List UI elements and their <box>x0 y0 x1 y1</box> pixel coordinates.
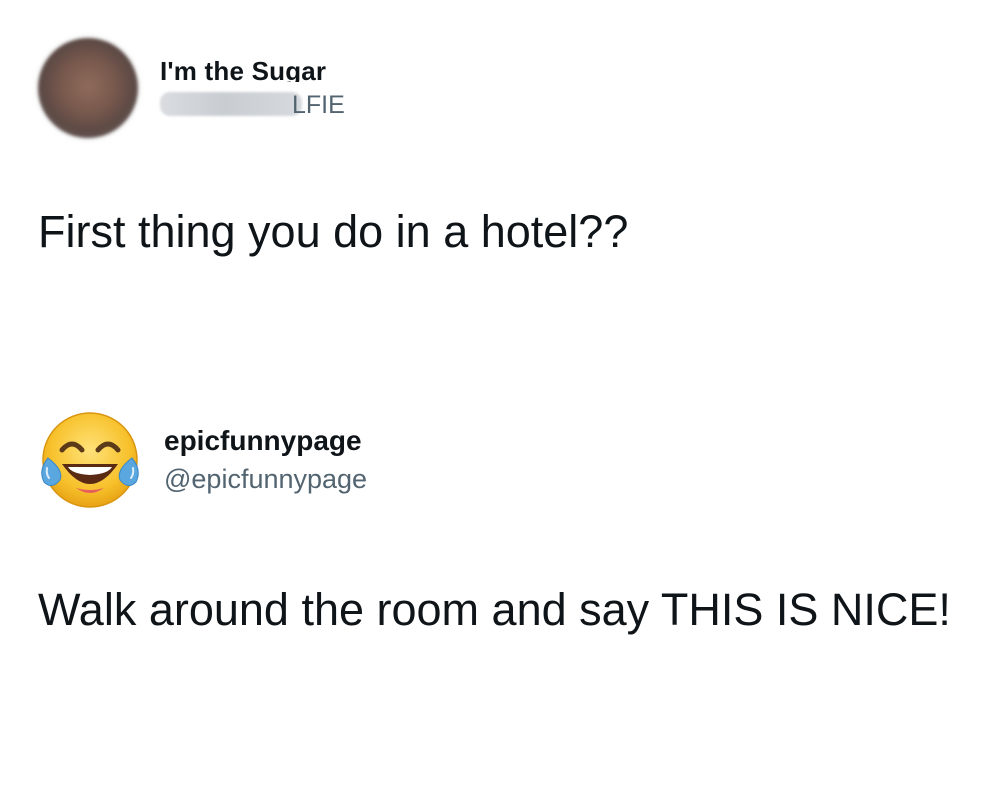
avatar-blurred-icon[interactable] <box>38 38 138 138</box>
tweet-text-2: Walk around the room and say THIS IS NIC… <box>38 584 951 635</box>
tweet-card-1[interactable]: I'm the Sugar LFIE First thing you do in… <box>38 38 970 262</box>
tweet-card-2[interactable]: epicfunnypage @epicfunnypage Walk around… <box>38 408 970 640</box>
author-handle-2[interactable]: @epicfunnypage <box>164 462 367 496</box>
author-display-name-1[interactable]: I'm the Sugar <box>160 56 380 82</box>
author-info-2: epicfunnypage @epicfunnypage <box>164 424 367 496</box>
face-with-tears-of-joy-icon[interactable] <box>38 408 142 512</box>
author-info-1: I'm the Sugar LFIE <box>160 56 380 120</box>
tweet-header-1: I'm the Sugar LFIE <box>38 38 970 138</box>
tweet-text-1: First thing you do in a hotel?? <box>38 206 629 257</box>
author-display-name-2[interactable]: epicfunnypage <box>164 424 367 458</box>
tweet-header-2: epicfunnypage @epicfunnypage <box>38 408 970 512</box>
author-handle-text-1: LFIE <box>292 91 345 119</box>
author-handle-1[interactable]: LFIE <box>160 90 380 120</box>
redaction-blur <box>160 92 302 116</box>
